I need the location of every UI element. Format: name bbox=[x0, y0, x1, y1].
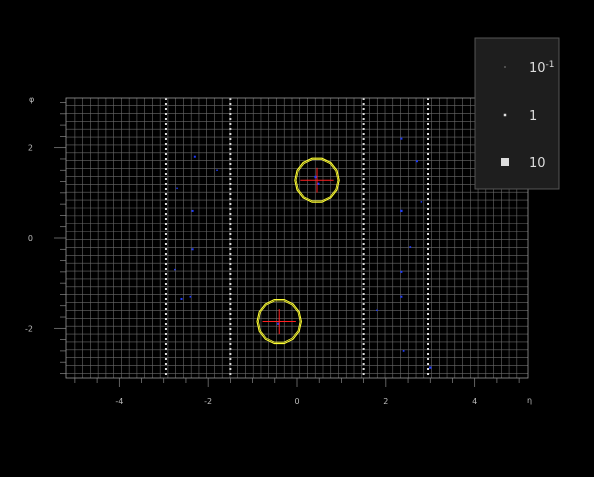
energy-deposit bbox=[402, 350, 405, 352]
energy-deposit bbox=[317, 182, 320, 185]
energy-deposit bbox=[193, 155, 196, 158]
legend-exponent: -1 bbox=[546, 60, 555, 70]
legend: 10-1110 bbox=[474, 37, 560, 190]
legend-swatch bbox=[501, 158, 509, 166]
y-tick-label: 0 bbox=[28, 234, 33, 243]
legend-swatch bbox=[503, 113, 507, 117]
energy-deposit bbox=[191, 209, 194, 212]
energy-deposit bbox=[176, 187, 178, 190]
y-tick-label: -2 bbox=[25, 324, 33, 333]
legend-swatch bbox=[504, 66, 506, 68]
energy-deposit bbox=[400, 137, 403, 140]
energy-deposit bbox=[174, 268, 176, 271]
x-tick-label: 0 bbox=[294, 397, 299, 406]
energy-deposit bbox=[189, 295, 192, 298]
energy-deposit bbox=[376, 309, 378, 311]
y-tick-label: 2 bbox=[28, 144, 33, 153]
energy-deposit bbox=[420, 201, 423, 203]
y-axis-label: φ bbox=[29, 95, 34, 104]
x-tick-label: 4 bbox=[472, 397, 477, 406]
energy-deposit bbox=[400, 270, 403, 273]
legend-label: 10 bbox=[529, 156, 546, 171]
energy-deposit bbox=[180, 297, 183, 300]
energy-deposit bbox=[415, 160, 418, 163]
x-tick-label: 2 bbox=[383, 397, 388, 406]
energy-deposit bbox=[400, 209, 403, 213]
x-axis-label: η bbox=[527, 396, 532, 405]
energy-deposit bbox=[400, 295, 403, 298]
x-tick-label: -2 bbox=[204, 397, 212, 406]
energy-deposit bbox=[216, 169, 218, 171]
eta-phi-plot: -4 -2 0 2 4 -202 η φ 10-1110 bbox=[0, 0, 594, 477]
x-tick-label: -4 bbox=[115, 397, 123, 406]
legend-label: 1 bbox=[529, 109, 537, 124]
energy-deposit bbox=[191, 248, 194, 251]
energy-deposit bbox=[429, 366, 432, 369]
energy-deposit bbox=[409, 246, 412, 248]
